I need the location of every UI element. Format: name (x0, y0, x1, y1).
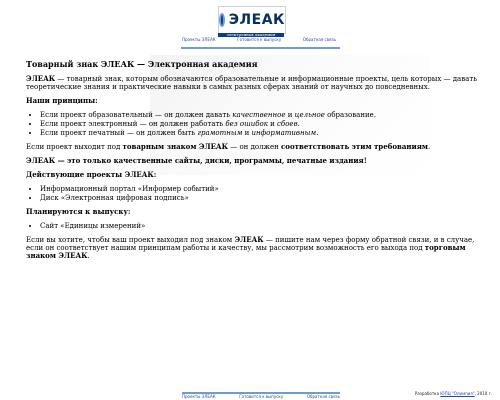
nav-item-feedback[interactable]: Обратная связь (303, 38, 336, 42)
footer-item-upcoming[interactable]: Готовится к выпуску (239, 394, 283, 400)
footer-item-projects[interactable]: Проекты ЭЛЕАК (182, 394, 216, 400)
quality-statement: ЭЛЕАК — это только качественные сайты, д… (26, 156, 367, 165)
project-item: Диск «Электронная цифровая подпись» (40, 194, 478, 202)
rule-middle: — он должен (228, 143, 282, 151)
contact-suffix: . (87, 252, 90, 260)
principle-emphasis: информативным (251, 129, 317, 137)
rule-suffix: . (427, 143, 431, 151)
principle-suffix: . (316, 129, 319, 137)
planned-item: Сайт «Единицы измерений» (40, 222, 478, 230)
planned-projects-list: Сайт «Единицы измерений» (26, 222, 478, 230)
footer-item-feedback[interactable]: Обратная связь (307, 394, 340, 400)
site-logo[interactable]: ЭЛЕАК (218, 6, 286, 34)
principle-middle: и (242, 129, 252, 137)
principle-suffix: . (297, 120, 300, 128)
rule-strong: товарным знаком ЭЛЕАК (122, 142, 229, 151)
principle-prefix: Если проект образовательный — он должен … (40, 111, 233, 119)
intro-brand: ЭЛЕАК (26, 74, 56, 83)
nav-item-projects[interactable]: Проекты ЭЛЕАК (182, 38, 216, 42)
developer-prefix: Разработка (414, 391, 441, 396)
nav-item-upcoming[interactable]: Готовится к выпуску (237, 38, 281, 42)
contact-prefix: Если вы хотите, чтобы ваш проект выходил… (26, 236, 235, 244)
current-projects-heading: Действующие проекты ЭЛЕАК: (26, 170, 157, 179)
requirements-paragraph: Если проект выходит под товарным знаком … (26, 142, 478, 152)
rule-strong: соответствовать этим требованиям (281, 142, 428, 151)
principle-emphasis: без ошибок (225, 120, 268, 128)
rule-prefix: Если проект выходит под (26, 143, 123, 151)
principle-middle: и (285, 111, 295, 119)
top-nav-divider (181, 47, 340, 49)
project-item: Информационный портал «Информер событий» (40, 185, 478, 193)
principle-emphasis: грамотным (197, 129, 243, 137)
top-navigation: Проекты ЭЛЕАК Готовится к выпуску Обратн… (182, 38, 336, 46)
principle-suffix: образование. (324, 111, 377, 119)
principle-item: Если проект печатный — он должен быть гр… (40, 129, 478, 137)
principle-item: Если проект образовательный — он должен … (40, 111, 478, 119)
principle-emphasis: качественное (232, 111, 286, 119)
current-projects-list: Информационный портал «Информер событий»… (26, 185, 478, 202)
footer-navigation: Проекты ЭЛЕАК Готовится к выпуску Обратн… (182, 392, 340, 400)
planned-projects-heading: Планируются к выпуску: (26, 207, 131, 216)
principle-middle: и (267, 120, 278, 128)
principle-emphasis: цельное (294, 111, 325, 119)
principle-prefix: Если проект печатный — он должен быть (40, 129, 198, 137)
principles-heading: Наши принципы: (26, 96, 98, 105)
principle-item: Если проект электронный — он должен рабо… (40, 120, 478, 128)
page-title: Товарный знак ЭЛЕАК — Электронная академ… (26, 59, 258, 69)
contact-brand: ЭЛЕАК (234, 235, 264, 244)
developer-suffix: , 2010 г. (474, 391, 492, 396)
developer-link[interactable]: ЮПЦ "Олимпия" (440, 391, 474, 396)
principle-prefix: Если проект электронный — он должен рабо… (40, 120, 226, 128)
principles-list: Если проект образовательный — он должен … (26, 111, 478, 137)
intro-text: — товарный знак, которым обозначаются об… (26, 75, 478, 91)
principle-emphasis: сбоев (277, 120, 298, 128)
developer-credit: Разработка ЮПЦ "Олимпия", 2010 г. (415, 391, 492, 396)
intro-paragraph: ЭЛЕАК — товарный знак, которым обозначаю… (26, 74, 478, 92)
main-content: Товарный знак ЭЛЕАК — Электронная академ… (26, 60, 478, 266)
logo-mark-icon (219, 13, 225, 27)
logo-text: ЭЛЕАК (228, 12, 285, 28)
contact-paragraph: Если вы хотите, чтобы ваш проект выходил… (26, 235, 478, 261)
